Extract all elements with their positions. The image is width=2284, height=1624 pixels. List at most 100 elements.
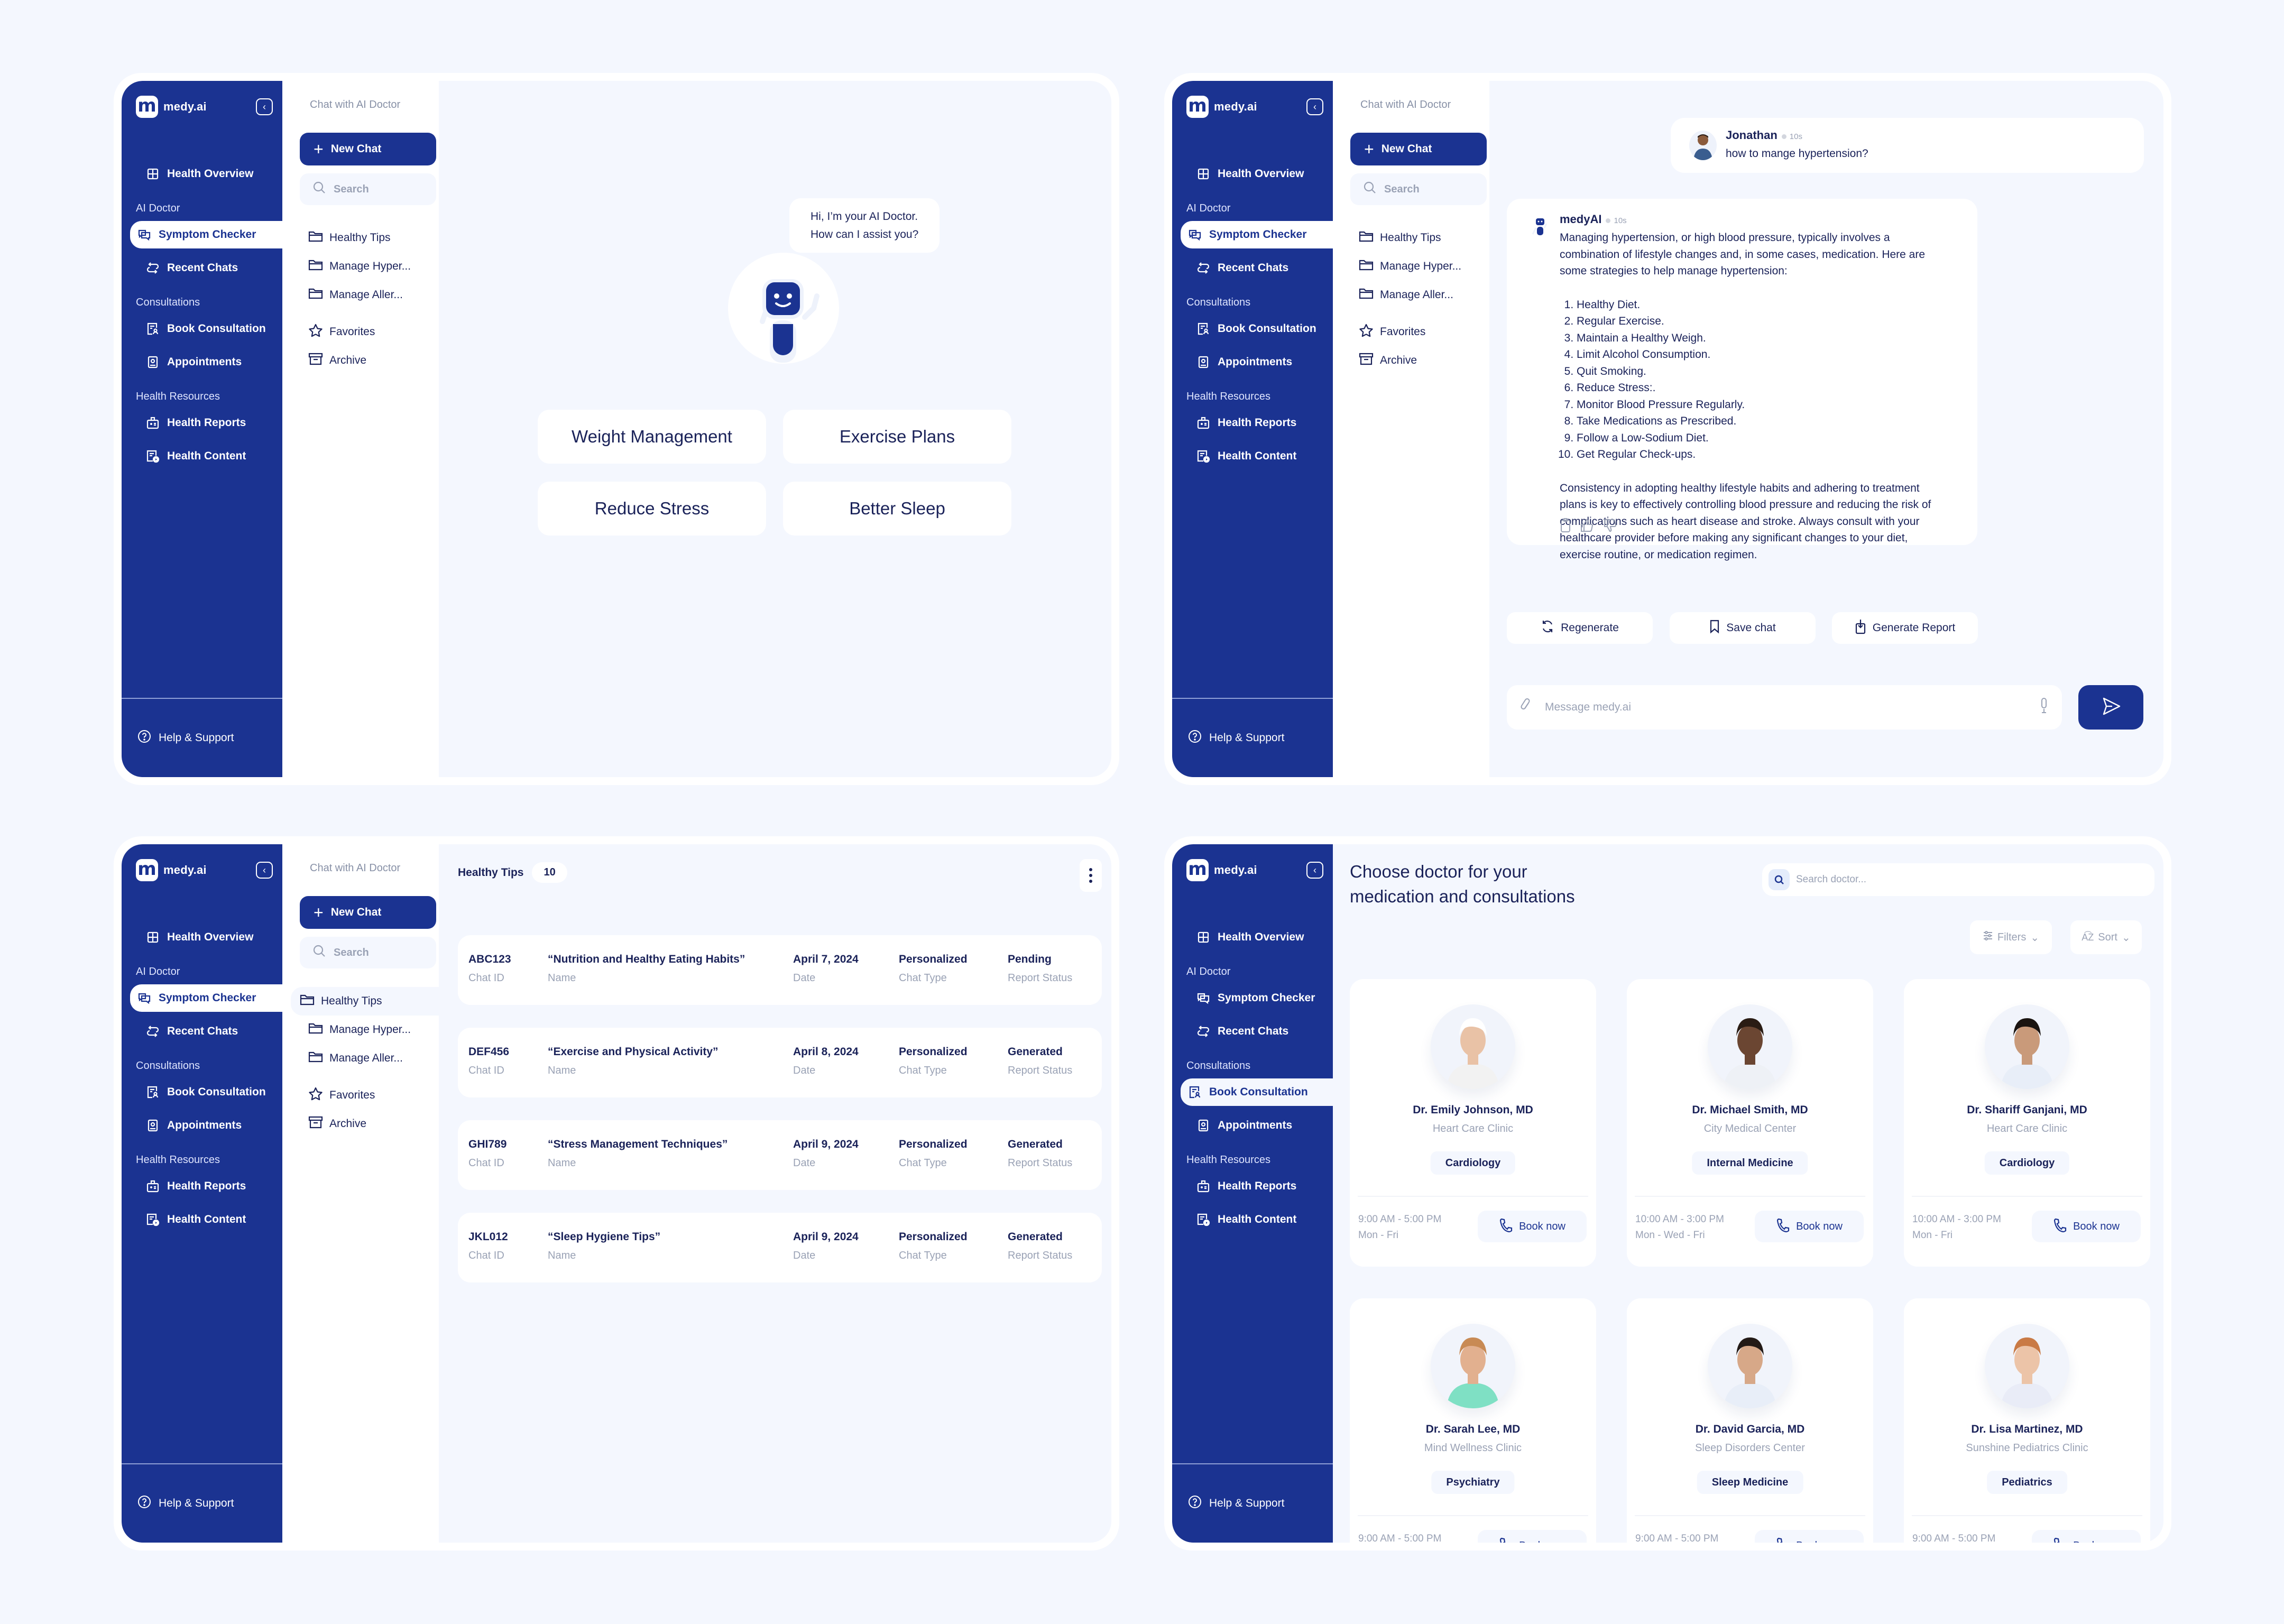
collapse-sidebar-button[interactable]: ‹ (256, 862, 273, 879)
collapse-sidebar-button[interactable]: ‹ (1306, 98, 1323, 115)
attach-link-icon[interactable] (1519, 698, 1533, 717)
sidebar-item-health-content[interactable]: Health Content (130, 442, 282, 470)
folder-item[interactable]: Manage Aller... (1341, 281, 1489, 309)
sidebar-item-book-consultation[interactable]: Book Consultation (1181, 315, 1333, 343)
suggestion-weight-management[interactable]: Weight Management (538, 410, 766, 464)
sidebar-item-recent-chats[interactable]: Recent Chats (1181, 1018, 1333, 1045)
thumbs-up-icon[interactable] (1580, 518, 1595, 536)
folder-item[interactable]: Manage Aller... (291, 1044, 439, 1073)
thumbs-down-icon[interactable] (1603, 518, 1618, 536)
doctor-card[interactable]: Dr. Sarah Lee, MD Mind Wellness Clinic Psy… (1350, 1298, 1596, 1543)
more-options-button[interactable] (1080, 859, 1102, 892)
folder-item[interactable]: Healthy Tips (291, 987, 439, 1016)
sidebar-item-label: Book Consultation (1218, 322, 1316, 335)
book-now-button[interactable]: Book now (1478, 1211, 1587, 1242)
suggestion-better-sleep[interactable]: Better Sleep (783, 482, 1011, 536)
brand-logo[interactable]: m medy.ai (136, 96, 207, 118)
sidebar-item-health-overview[interactable]: Health Overview (1181, 160, 1333, 188)
doctor-search-input[interactable]: Search doctor... (1762, 863, 2154, 896)
favorites-item[interactable]: Favorites (291, 1081, 439, 1110)
message-input[interactable]: Message medy.ai (1507, 685, 2062, 730)
doctor-card[interactable]: Dr. Lisa Martinez, MD Sunshine Pediatrics… (1904, 1298, 2150, 1543)
help-support-link[interactable]: Help & Support (1172, 1463, 1333, 1543)
sidebar-item-book-consultation[interactable]: Book Consultation (130, 1078, 282, 1106)
sidebar-item-health-content[interactable]: Health Content (1181, 442, 1333, 470)
folder-item[interactable]: Manage Hyper... (291, 252, 439, 281)
generate-report-button[interactable]: Generate Report (1832, 612, 1978, 644)
favorites-item[interactable]: Favorites (291, 318, 439, 346)
chat-search-input[interactable]: Search (1350, 173, 1487, 205)
brand-logo[interactable]: m medy.ai (1186, 96, 1257, 118)
chat-row[interactable]: JKL012 Chat ID “Sleep Hygiene Tips” Name Apr… (458, 1213, 1102, 1282)
new-chat-button[interactable]: + New Chat (300, 896, 436, 929)
folder-item[interactable]: Manage Hyper... (1341, 252, 1489, 281)
folder-item[interactable]: Healthy Tips (291, 224, 439, 252)
sidebar-item-health-reports[interactable]: Health Reports (130, 1173, 282, 1200)
sidebar-item-symptom-checker[interactable]: Symptom Checker (130, 984, 282, 1012)
sidebar-item-book-consultation[interactable]: Book Consultation (130, 315, 282, 343)
doctor-card[interactable]: Dr. Michael Smith, MD City Medical Center… (1627, 979, 1873, 1267)
archive-item[interactable]: Archive (291, 1110, 439, 1138)
chat-search-input[interactable]: Search (300, 937, 436, 968)
help-support-link[interactable]: Help & Support (122, 1463, 282, 1543)
suggestion-exercise-plans[interactable]: Exercise Plans (783, 410, 1011, 464)
book-now-button[interactable]: Book now (1755, 1211, 1864, 1242)
sidebar-item-health-reports[interactable]: Health Reports (1181, 1173, 1333, 1200)
sidebar-item-health-overview[interactable]: Health Overview (130, 924, 282, 951)
save-chat-button[interactable]: Save chat (1670, 612, 1816, 644)
suggestion-reduce-stress[interactable]: Reduce Stress (538, 482, 766, 536)
sidebar-item-symptom-checker[interactable]: Symptom Checker (1181, 984, 1333, 1012)
book-now-button[interactable]: Book now (1755, 1530, 1864, 1543)
sidebar-item-appointments[interactable]: Appointments (1181, 348, 1333, 376)
regenerate-button[interactable]: Regenerate (1507, 612, 1653, 644)
collapse-sidebar-button[interactable]: ‹ (256, 98, 273, 115)
sidebar-item-health-reports[interactable]: Health Reports (130, 409, 282, 437)
folder-item[interactable]: Manage Aller... (291, 281, 439, 309)
new-chat-button[interactable]: + New Chat (1350, 133, 1487, 165)
favorites-item[interactable]: Favorites (1341, 318, 1489, 346)
brand-logo[interactable]: m medy.ai (136, 859, 207, 881)
chat-row[interactable]: ABC123 Chat ID “Nutrition and Healthy Eati… (458, 935, 1102, 1005)
sidebar-item-symptom-checker[interactable]: Symptom Checker (130, 221, 282, 248)
folder-item[interactable]: Manage Hyper... (291, 1016, 439, 1044)
book-now-button[interactable]: Book now (1478, 1530, 1587, 1543)
send-button[interactable] (2078, 685, 2143, 730)
sidebar-item-recent-chats[interactable]: Recent Chats (1181, 254, 1333, 282)
sidebar-item-recent-chats[interactable]: Recent Chats (130, 254, 282, 282)
filters-button[interactable]: Filters ⌄ (1970, 920, 2052, 954)
sidebar-item-recent-chats[interactable]: Recent Chats (130, 1018, 282, 1045)
microphone-icon[interactable] (2039, 697, 2049, 717)
archive-item[interactable]: Archive (1341, 346, 1489, 375)
copy-icon[interactable] (1560, 518, 1571, 536)
doctor-card[interactable]: Dr. Emily Johnson, MD Heart Care Clinic Ca… (1350, 979, 1596, 1267)
sidebar-item-health-overview[interactable]: Health Overview (130, 160, 282, 188)
folder-icon (308, 287, 323, 303)
sidebar-item-appointments[interactable]: Appointments (130, 348, 282, 376)
sidebar-item-symptom-checker[interactable]: Symptom Checker (1181, 221, 1333, 248)
sidebar-item-health-reports[interactable]: Health Reports (1181, 409, 1333, 437)
sort-button[interactable]: A͡Z Sort ⌄ (2070, 920, 2142, 954)
folder-item[interactable]: Healthy Tips (1341, 224, 1489, 252)
chat-search-input[interactable]: Search (300, 173, 436, 205)
brand-logo[interactable]: m medy.ai (1186, 859, 1257, 881)
sidebar-item-health-content[interactable]: Health Content (1181, 1206, 1333, 1233)
sidebar-item-appointments[interactable]: Appointments (1181, 1112, 1333, 1139)
help-support-link[interactable]: Help & Support (122, 698, 282, 777)
working-hours: 9:00 AM - 5:00 PMMon - Fri (1912, 1531, 1995, 1543)
help-support-link[interactable]: Help & Support (1172, 698, 1333, 777)
collapse-sidebar-button[interactable]: ‹ (1306, 862, 1323, 879)
chat-row[interactable]: DEF456 Chat ID “Exercise and Physical Acti… (458, 1028, 1102, 1097)
book-now-button[interactable]: Book now (2032, 1530, 2141, 1543)
doctor-card[interactable]: Dr. Shariff Ganjani, MD Heart Care Clinic… (1904, 979, 2150, 1267)
grid-icon (1196, 167, 1210, 181)
star-icon (308, 324, 323, 340)
sidebar-item-health-overview[interactable]: Health Overview (1181, 924, 1333, 951)
sidebar-item-appointments[interactable]: Appointments (130, 1112, 282, 1139)
new-chat-button[interactable]: + New Chat (300, 133, 436, 165)
chat-row[interactable]: GHI789 Chat ID “Stress Management Techniqu… (458, 1120, 1102, 1190)
book-now-button[interactable]: Book now (2032, 1211, 2141, 1242)
archive-item[interactable]: Archive (291, 346, 439, 375)
sidebar-item-health-content[interactable]: Health Content (130, 1206, 282, 1233)
doctor-card[interactable]: Dr. David Garcia, MD Sleep Disorders Cent… (1627, 1298, 1873, 1543)
sidebar-item-book-consultation[interactable]: Book Consultation (1181, 1078, 1333, 1106)
